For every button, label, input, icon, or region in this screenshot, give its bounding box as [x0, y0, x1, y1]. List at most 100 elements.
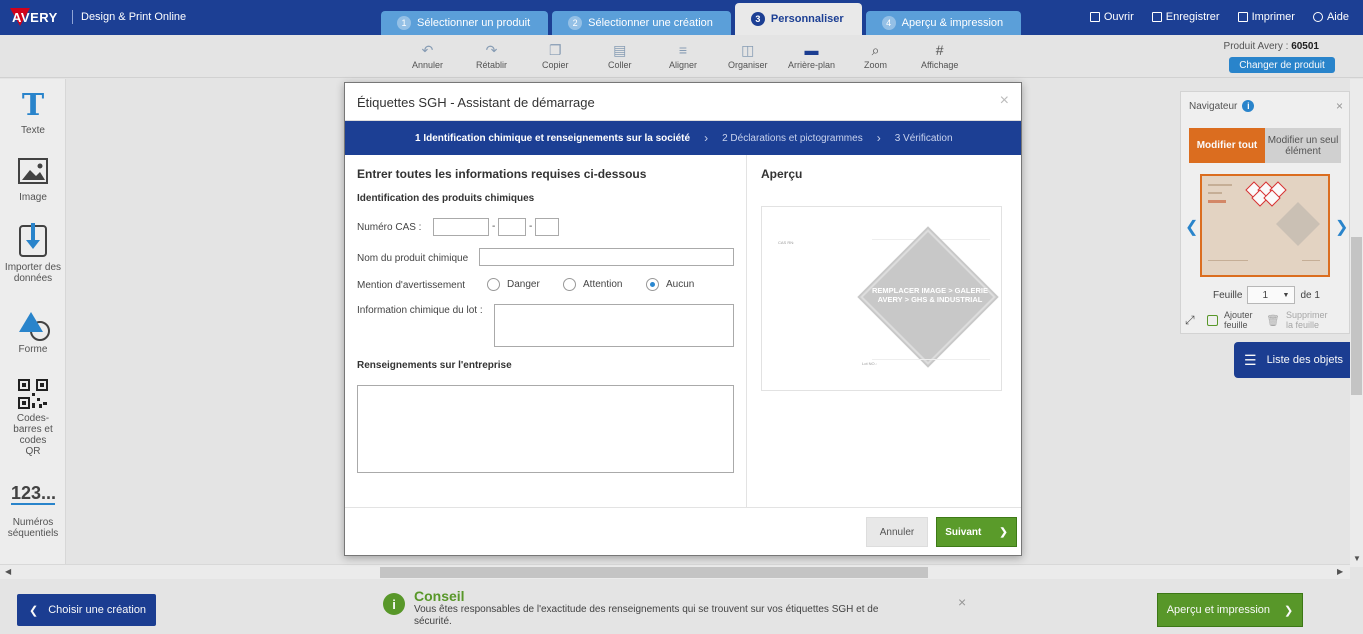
preview-heading: Aperçu [761, 167, 803, 181]
placeholder-text: REMPLACER IMAGE > GALERIE AVERY > GHS & … [871, 286, 989, 304]
preview-print-label: Aperçu et impression [1166, 604, 1271, 616]
save-label: Enregistrer [1165, 11, 1220, 23]
cancel-button[interactable]: Annuler [866, 517, 928, 547]
chevron-left-icon: ❮ [29, 604, 39, 617]
edit-all-tab[interactable]: Modifier tout [1189, 128, 1265, 163]
navigator-close-icon[interactable]: × [1336, 99, 1343, 113]
barcode-tool[interactable]: Codes-barres et codes QR [0, 379, 66, 457]
copy-button[interactable]: ❐ Copier [542, 43, 569, 70]
zoom-icon: ⌕ [871, 42, 880, 58]
add-sheet-button[interactable]: Ajouter feuille [1224, 310, 1260, 330]
objects-list-button[interactable]: ☰ Liste des objets [1234, 342, 1350, 378]
redo-icon: ↷ [485, 42, 498, 58]
company-info-textarea[interactable] [357, 385, 734, 473]
sheet-label: Feuille [1213, 289, 1243, 301]
zoom-button[interactable]: ⌕ Zoom [864, 43, 887, 70]
undo-button[interactable]: ↶ Annuler [412, 43, 443, 70]
align-button[interactable]: ≡ Aligner [669, 43, 697, 70]
cas-input-2[interactable] [498, 218, 526, 236]
change-product-button[interactable]: Changer de produit [1229, 57, 1335, 73]
sheet-dropdown[interactable]: 1 ▼ [1247, 286, 1296, 304]
qr-code-icon [18, 379, 48, 409]
preview-print-button[interactable]: Aperçu et impression ❯ [1157, 593, 1303, 627]
step-label: Sélectionner un produit [417, 17, 531, 29]
avery-logo[interactable]: AVERY Design & Print Online [8, 8, 186, 26]
logo-subtitle: Design & Print Online [81, 11, 187, 23]
redo-button[interactable]: ↷ Rétablir [476, 43, 507, 70]
copy-icon: ❐ [548, 42, 562, 58]
grid-icon: # [935, 42, 944, 58]
barcode-tool-label: Codes-barres et codes QR [13, 413, 53, 457]
text-tool-label: Texte [21, 125, 45, 136]
print-label: Imprimer [1251, 11, 1295, 23]
sheet-value: 1 [1262, 289, 1269, 301]
delete-sheet-button[interactable]: Supprimer la feuille [1286, 310, 1336, 330]
tab-preview-print[interactable]: 4 Aperçu & impression [865, 11, 1022, 35]
expand-icon[interactable]: ⤢ [1185, 313, 1201, 328]
chevron-right-icon[interactable]: ❯ [1335, 217, 1348, 237]
radio-attention[interactable]: Attention [563, 278, 622, 291]
import-data-tool[interactable]: Importer des données [0, 222, 66, 284]
chemical-name-input[interactable] [479, 248, 734, 266]
text-icon: T [21, 88, 45, 123]
dialog-close-icon[interactable]: × [1000, 92, 1009, 110]
tip-close-icon[interactable]: × [958, 594, 966, 610]
scroll-down-icon[interactable]: ▼ [1353, 554, 1361, 563]
chevron-left-icon[interactable]: ❮ [1185, 217, 1198, 237]
display-button[interactable]: # Affichage [921, 43, 958, 70]
choose-design-button[interactable]: ❮ Choisir une création [17, 594, 156, 626]
tip-text: Vous êtes responsables de l'exactitude d… [414, 604, 879, 627]
radio-dot [487, 278, 500, 291]
step-label: Aperçu & impression [901, 17, 1004, 29]
radio-danger[interactable]: Danger [487, 278, 540, 291]
image-tool[interactable]: Image [0, 158, 66, 203]
arrange-button[interactable]: ◫ Organiser [728, 43, 768, 70]
next-label: Suivant [945, 526, 982, 538]
layers-icon: ☰ [1244, 351, 1257, 368]
open-label: Ouvrir [1103, 11, 1134, 23]
logo-text: AVERY [12, 10, 58, 25]
edit-one-tab[interactable]: Modifier un seul élément [1265, 128, 1341, 163]
shape-tool[interactable]: Forme [0, 310, 66, 355]
sequential-numbers-tool[interactable]: 123... Numéros séquentiels [0, 483, 66, 539]
top-bar: AVERY Design & Print Online 1 Sélectionn… [0, 0, 1363, 35]
horizontal-scroll-thumb[interactable] [380, 567, 928, 578]
navigator-title: Navigateur i [1189, 100, 1255, 112]
radio-none[interactable]: Aucun [646, 278, 694, 291]
lot-info-textarea[interactable] [494, 304, 734, 347]
print-button[interactable]: Imprimer [1237, 11, 1295, 23]
info-icon[interactable]: i [1242, 100, 1255, 112]
tab-select-product[interactable]: 1 Sélectionner un produit [381, 11, 549, 35]
text-tool[interactable]: T Texte [0, 88, 66, 137]
cas-input-3[interactable] [535, 218, 559, 236]
radio-danger-label: Danger [507, 279, 540, 290]
help-button[interactable]: Aide [1312, 11, 1349, 23]
horizontal-scrollbar[interactable]: ◀ ▶ [0, 564, 1350, 579]
printer-icon [1237, 12, 1248, 22]
step-tabs: 1 Sélectionner un produit 2 Sélectionner… [381, 3, 1022, 35]
open-button[interactable]: Ouvrir [1089, 11, 1134, 23]
cas-input-1[interactable] [433, 218, 489, 236]
background-button[interactable]: ▬ Arrière-plan [788, 43, 835, 70]
radio-dot-selected [646, 278, 659, 291]
next-button[interactable]: Suivant ❯ [936, 517, 1017, 547]
display-label: Affichage [921, 60, 959, 70]
vertical-scroll-thumb[interactable] [1351, 237, 1362, 395]
sheet-thumbnail[interactable] [1200, 174, 1330, 277]
lot-info-label: Information chimique du lot : [357, 305, 483, 316]
scroll-right-icon[interactable]: ▶ [1337, 567, 1343, 576]
sequential-numbers-icon: 123... [11, 483, 57, 505]
background-label: Arrière-plan [788, 60, 836, 70]
wizard-step-2: 2 Déclarations et pictogrammes [722, 132, 863, 144]
tab-customize[interactable]: 3 Personnaliser [734, 3, 862, 35]
arrange-icon: ◫ [741, 42, 755, 58]
dialog-footer: Annuler Suivant ❯ [345, 507, 1021, 555]
wizard-step-1: 1 Identification chimique et renseigneme… [415, 132, 691, 144]
product-info: Produit Avery : 60501 [1224, 41, 1319, 52]
save-button[interactable]: Enregistrer [1151, 11, 1220, 23]
tab-select-design[interactable]: 2 Sélectionner une création [552, 11, 731, 35]
paste-button[interactable]: ▤ Coller [608, 43, 632, 70]
copy-label: Copier [542, 60, 569, 70]
scroll-left-icon[interactable]: ◀ [5, 567, 11, 576]
vertical-scrollbar[interactable]: ▼ [1350, 79, 1363, 567]
